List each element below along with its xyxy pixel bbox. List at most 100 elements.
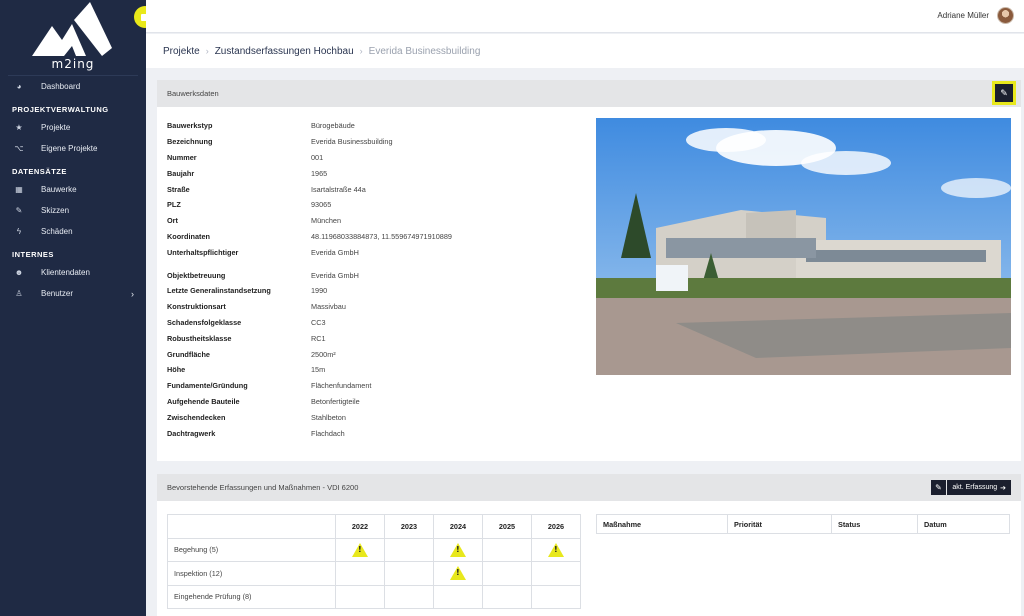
- attribute-list: Bauwerkstyp Bürogebäude Bezeichnung Everida…: [167, 118, 587, 441]
- schedule-cell[interactable]: [335, 537, 385, 562]
- schedule-row-label: Begehung (5): [167, 537, 336, 562]
- schedule-cell: [384, 584, 434, 609]
- schedule-cell: [335, 561, 385, 586]
- attribute-row: Unterhaltspflichtiger Everida GmbH: [167, 244, 587, 260]
- attribute-label: Grundfläche: [167, 349, 210, 359]
- users-icon: ☻: [14, 268, 24, 277]
- schedule-header-empty: [167, 514, 336, 539]
- year-header: 2024: [433, 514, 483, 539]
- brand-name: m2ing: [51, 57, 95, 71]
- sidebar-item-dashboard[interactable]: ◕ Dashboard: [0, 76, 146, 97]
- breadcrumb-separator-icon: ›: [359, 46, 363, 56]
- attribute-value: Stahlbeton: [311, 412, 346, 422]
- warning-icon[interactable]: [352, 542, 368, 557]
- attribute-label: Objektbetreuung: [167, 270, 226, 280]
- schedule-cell: [531, 584, 581, 609]
- attribute-row: Höhe 15m: [167, 362, 587, 378]
- schedule-row: Eingehende Prüfung (8): [167, 584, 581, 609]
- breadcrumb-current: Everida Businessbuilding: [368, 45, 481, 57]
- attribute-value: 001: [311, 152, 324, 162]
- sidebar-item-klientendaten[interactable]: ☻ Klientendaten: [0, 262, 146, 283]
- attribute-value: 1990: [311, 286, 328, 296]
- attribute-row: Baujahr 1965: [167, 165, 587, 181]
- attribute-label: Koordinaten: [167, 231, 210, 241]
- nav-section-label: DATENSÄTZE: [12, 167, 67, 176]
- attribute-label: Ort: [167, 216, 178, 226]
- year-header: 2025: [482, 514, 532, 539]
- sidebar-item-label: Skizzen: [41, 206, 70, 215]
- schedule-cell: [384, 537, 434, 562]
- measures-header[interactable]: Maßnahme: [596, 514, 728, 534]
- current-survey-button[interactable]: akt. Erfassung ➔: [947, 480, 1011, 495]
- schedule-cell[interactable]: [531, 537, 581, 562]
- measures-table: Maßnahme Priorität Status Datum: [596, 514, 1010, 534]
- attribute-row: Robustheitsklasse RC1: [167, 330, 587, 346]
- attribute-row: Fundamente/Gründung Flächenfundament: [167, 378, 587, 394]
- edit-building-button[interactable]: ✎: [992, 81, 1016, 105]
- schedule-cell: [335, 584, 385, 609]
- attribute-label: Höhe: [167, 365, 186, 375]
- measures-header[interactable]: Status: [831, 514, 918, 534]
- attribute-row: PLZ 93065: [167, 197, 587, 213]
- attribute-row: Aufgehende Bauteile Betonfertigteile: [167, 394, 587, 410]
- attribute-gap: [167, 260, 587, 267]
- attribute-row: Bezeichnung Everida Businessbuilding: [167, 134, 587, 150]
- attribute-label: Unterhaltspflichtiger: [167, 247, 239, 257]
- attribute-value: Isartalstraße 44a: [311, 184, 366, 194]
- sidebar-item-label: Bauwerke: [41, 185, 77, 194]
- attribute-label: Fundamente/Gründung: [167, 381, 248, 391]
- user-menu[interactable]: Adriane Müller: [937, 7, 1014, 24]
- attribute-label: Letzte Generalinstandsetzung: [167, 286, 271, 296]
- attribute-value: 48.11968033884873, 11.559674971910889: [311, 231, 452, 241]
- sidebar-item-eigene-projekte[interactable]: ⌥ Eigene Projekte: [0, 138, 146, 159]
- logo[interactable]: m2ing: [8, 0, 138, 76]
- attribute-row: Dachtragwerk Flachdach: [167, 425, 587, 441]
- breadcrumb-projekte[interactable]: Projekte: [163, 46, 200, 57]
- attribute-label: Robustheitsklasse: [167, 333, 232, 343]
- breadcrumb-zustandserfassungen[interactable]: Zustandserfassungen Hochbau: [215, 46, 354, 57]
- attribute-value: RC1: [311, 333, 326, 343]
- schedule-cell[interactable]: [433, 537, 483, 562]
- star-icon: ★: [15, 123, 23, 132]
- attribute-label: Straße: [167, 184, 190, 194]
- sidebar-item-label: Benutzer: [41, 289, 74, 298]
- card-title: Bevorstehende Erfassungen und Maßnahmen …: [167, 483, 359, 492]
- schedule-row-label: Inspektion (12): [167, 561, 336, 586]
- sidebar-item-schäden[interactable]: ϟ Schäden: [0, 221, 146, 242]
- avatar[interactable]: [997, 7, 1014, 24]
- sidebar-item-skizzen[interactable]: ✎ Skizzen: [0, 200, 146, 221]
- attribute-value: Flachdach: [311, 428, 345, 438]
- attribute-value: 2500m²: [311, 349, 336, 359]
- edit-schedule-button[interactable]: ✎: [931, 480, 946, 495]
- attribute-label: Aufgehende Bauteile: [167, 396, 240, 406]
- measures-header[interactable]: Datum: [917, 514, 1010, 534]
- topbar: Adriane Müller: [146, 0, 1024, 33]
- sidebar-item-bauwerke[interactable]: ▦ Bauwerke: [0, 179, 146, 200]
- attribute-label: Schadensfolgeklasse: [167, 317, 242, 327]
- attribute-label: Nummer: [167, 152, 197, 162]
- warning-icon[interactable]: [450, 566, 466, 581]
- schedule-card: Bevorstehende Erfassungen und Maßnahmen …: [157, 474, 1021, 616]
- schedule-cell: [433, 584, 483, 609]
- warning-icon[interactable]: [548, 542, 564, 557]
- sidebar-item-projekte[interactable]: ★ Projekte: [0, 117, 146, 138]
- warning-icon[interactable]: [450, 542, 466, 557]
- inspection-schedule-table: 20222023202420252026Begehung (5)Inspekti…: [167, 514, 581, 609]
- attribute-row: Ort München: [167, 213, 587, 229]
- card-header: Bauwerksdaten ✎: [157, 80, 1021, 107]
- measures-header[interactable]: Priorität: [727, 514, 832, 534]
- schedule-cell: [384, 561, 434, 586]
- attribute-value: 15m: [311, 365, 326, 375]
- branch-icon: ⌥: [14, 144, 24, 153]
- building-icon: ▦: [15, 185, 23, 194]
- attribute-value: München: [311, 216, 342, 226]
- attribute-label: Dachtragwerk: [167, 428, 216, 438]
- schedule-cell: [482, 537, 532, 562]
- edit-icon: ✎: [15, 206, 23, 215]
- schedule-cell: [482, 561, 532, 586]
- pencil-icon: ✎: [935, 483, 942, 492]
- sidebar-item-benutzer[interactable]: ♙ Benutzer ›: [0, 283, 146, 304]
- schedule-row: Begehung (5): [167, 537, 581, 562]
- attribute-value: Betonfertigteile: [311, 396, 360, 406]
- schedule-cell[interactable]: [433, 561, 483, 586]
